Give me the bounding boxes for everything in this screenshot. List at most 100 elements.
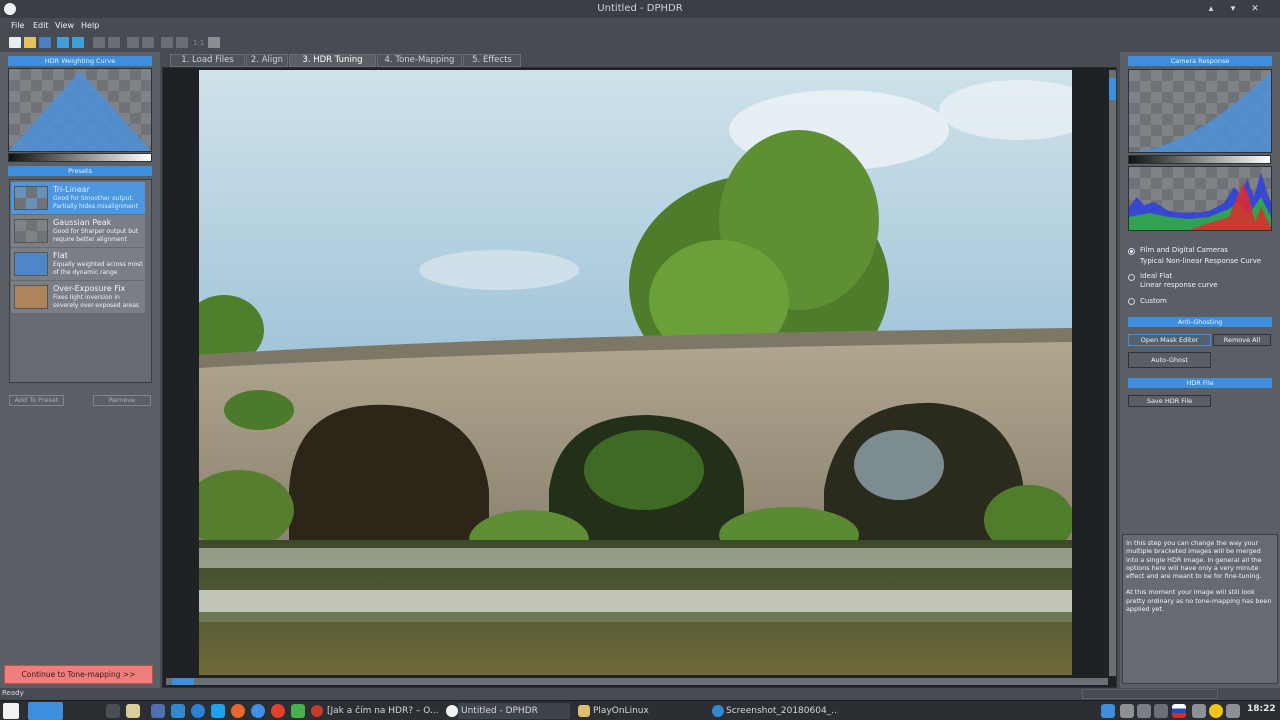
maximize-button[interactable]: ▾: [1224, 0, 1242, 18]
menu-edit[interactable]: Edit: [33, 21, 49, 30]
preset-thumbnail: [14, 285, 48, 309]
notes-icon[interactable]: [1120, 704, 1134, 718]
clock: 18:22: [1247, 704, 1276, 714]
zoom-in-icon: [161, 37, 173, 48]
response-ideal-flat-radio[interactable]: [1128, 274, 1135, 281]
preset-name: Tri-Linear: [53, 185, 90, 194]
help-paragraph: At this moment your image will still loo…: [1126, 588, 1272, 614]
copy-icon: [93, 37, 105, 48]
canvas-horizontal-scrollbar[interactable]: [166, 678, 1108, 685]
scrollbar-thumb[interactable]: [172, 678, 194, 685]
open-mask-editor-button[interactable]: Open Mask Editor: [1128, 334, 1211, 346]
canvas-vertical-scrollbar[interactable]: [1109, 70, 1116, 676]
zoom-1to1-label[interactable]: 1:1: [193, 39, 204, 47]
preset-desc: Good for Sharper output but require bett…: [53, 228, 139, 243]
tab-align[interactable]: 2. Align: [246, 54, 288, 67]
option-subtitle: Linear response curve: [1140, 281, 1218, 289]
tab-load-files[interactable]: 1. Load Files: [170, 54, 245, 67]
window-titlebar: Untitled - DPHDR ▴ ▾ ✕: [0, 0, 1280, 18]
minimize-button[interactable]: ▴: [1202, 0, 1220, 18]
menu-view[interactable]: View: [55, 21, 74, 30]
terminal-icon[interactable]: [106, 704, 120, 718]
add-to-preset-button[interactable]: Add To Preset: [9, 395, 64, 406]
close-button[interactable]: ✕: [1246, 0, 1264, 18]
volume-icon[interactable]: [1192, 704, 1206, 718]
window-logo-icon: [4, 3, 16, 15]
rgb-histogram: [1129, 172, 1271, 230]
preset-item[interactable]: Tri-Linear Good for Smoother output. Par…: [11, 182, 145, 214]
tray-active-icon[interactable]: [1101, 704, 1115, 718]
help-paragraph: In this step you can change the way your…: [1126, 539, 1262, 581]
system-taskbar: [Jak a čím na HDR? – O... Untitled - DPH…: [0, 700, 1280, 720]
task-dphdr[interactable]: Untitled - DPHDR: [458, 703, 570, 719]
app-menu-icon[interactable]: [3, 703, 19, 719]
remove-preset-button[interactable]: Remove: [93, 395, 151, 406]
menu-bar: File Edit View Help: [0, 18, 1280, 34]
playonlinux-task-icon: [578, 705, 590, 717]
status-text: Ready: [2, 689, 24, 697]
preset-name: Flat: [53, 251, 68, 260]
window-title: Untitled - DPHDR: [597, 3, 683, 14]
preset-item[interactable]: Flat Equally weighted across most of the…: [11, 248, 145, 280]
eject-icon[interactable]: [1226, 704, 1240, 718]
app-icon[interactable]: [171, 704, 185, 718]
camera-response-header: Camera Response: [1128, 56, 1272, 66]
hdr-preview-image: [199, 70, 1072, 675]
tab-hdr-tuning[interactable]: 3. HDR Tuning: [289, 54, 376, 67]
left-panel: HDR Weighting Curve Presets Tri-Linear G…: [0, 52, 160, 688]
fit-window-icon: [208, 37, 220, 48]
updates-icon[interactable]: [1209, 704, 1223, 718]
network-icon[interactable]: [1137, 704, 1151, 718]
opera-icon[interactable]: [271, 704, 285, 718]
preset-list[interactable]: Tri-Linear Good for Smoother output. Par…: [9, 179, 152, 383]
tab-effects[interactable]: 5. Effects: [463, 54, 521, 67]
weighting-curve-graph: [9, 71, 151, 151]
files-icon[interactable]: [126, 704, 140, 718]
task-playonlinux[interactable]: PlayOnLinux: [590, 703, 702, 719]
firefox-icon[interactable]: [231, 704, 245, 718]
tab-tone-mapping[interactable]: 4. Tone-Mapping: [377, 54, 462, 67]
photos-icon[interactable]: [291, 704, 305, 718]
preset-name: Gaussian Peak: [53, 218, 112, 227]
presets-header: Presets: [8, 166, 152, 176]
open-folder-icon[interactable]: [24, 37, 36, 48]
dphdr-task-icon: [446, 705, 458, 717]
continue-tonemapping-button[interactable]: Continue to Tone-mapping >>: [4, 665, 153, 684]
export-icon[interactable]: [72, 37, 84, 48]
option-title: Custom: [1140, 297, 1167, 305]
task-screenshot[interactable]: Screenshot_20180604_...: [723, 703, 838, 719]
preset-item[interactable]: Gaussian Peak Good for Sharper output bu…: [11, 215, 145, 247]
weighting-curve-header: HDR Weighting Curve: [8, 56, 152, 66]
save-hdr-file-button[interactable]: Save HDR File: [1128, 395, 1211, 407]
save-icon[interactable]: [39, 37, 51, 48]
scrollbar-thumb[interactable]: [1109, 78, 1116, 100]
zoom-out-icon: [176, 37, 188, 48]
histogram-plot: [1128, 166, 1272, 231]
menu-file[interactable]: File: [11, 21, 24, 30]
status-bar: Ready: [0, 688, 1280, 700]
kde-icon[interactable]: [211, 704, 225, 718]
response-film-radio[interactable]: [1128, 248, 1135, 255]
save-as-icon[interactable]: [57, 37, 69, 48]
browser-icon[interactable]: [191, 704, 205, 718]
response-custom-radio[interactable]: [1128, 298, 1135, 305]
preset-desc: Equally weighted across most of the dyna…: [53, 261, 143, 276]
new-file-icon[interactable]: [9, 37, 21, 48]
gallery-icon[interactable]: [151, 704, 165, 718]
status-progress: [1082, 689, 1218, 699]
clipboard-icon[interactable]: [1154, 704, 1168, 718]
redo-icon: [142, 37, 154, 48]
remove-all-button[interactable]: Remove All: [1213, 334, 1271, 346]
preset-thumbnail: [14, 219, 48, 243]
desktop-pager-icon[interactable]: [28, 702, 63, 720]
auto-ghost-button[interactable]: Auto-Ghost: [1128, 352, 1211, 368]
task-browser[interactable]: [Jak a čím na HDR? – O...: [324, 703, 438, 719]
keyboard-layout-icon[interactable]: [1172, 704, 1186, 718]
preset-item[interactable]: Over-Exposure Fix Fixes light inversion …: [11, 281, 145, 313]
opera-task-icon: [311, 705, 323, 717]
camera-response-plot: [1128, 69, 1272, 153]
menu-help[interactable]: Help: [81, 21, 99, 30]
option-title: Film and Digital Cameras: [1140, 246, 1228, 254]
preset-thumbnail: [14, 186, 48, 210]
chromium-icon[interactable]: [251, 704, 265, 718]
